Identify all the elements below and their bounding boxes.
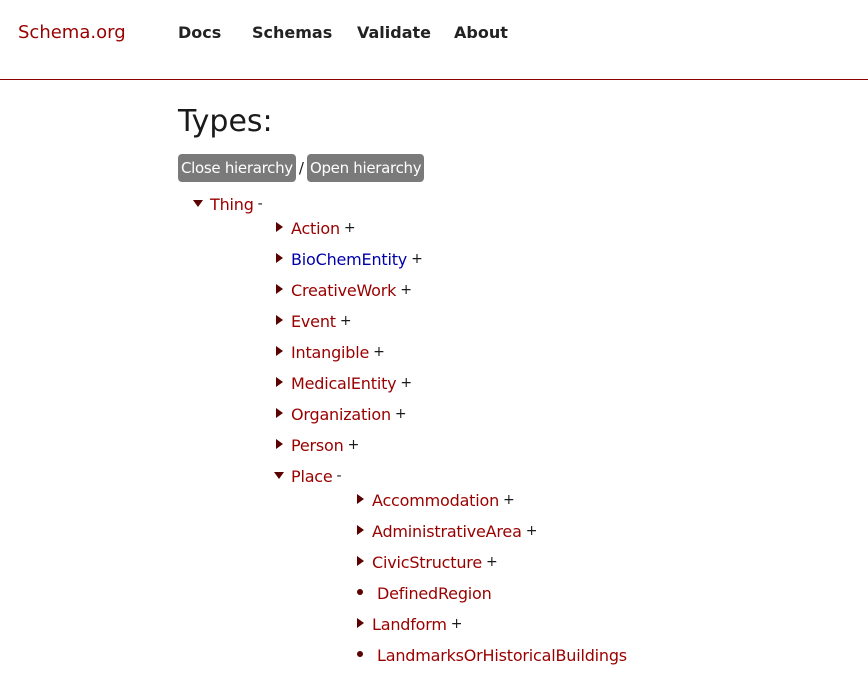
tree-node-person[interactable]: Person + — [274, 434, 359, 456]
tree-node-landform[interactable]: Landform + — [355, 613, 462, 635]
site-logo[interactable]: Schema.org — [18, 22, 126, 43]
nav-docs[interactable]: Docs — [178, 23, 221, 42]
tree-node-definedregion[interactable]: DefinedRegion — [355, 582, 492, 604]
hierarchy-controls: Close hierarchy / Open hierarchy — [178, 154, 425, 182]
tree-node-label[interactable]: Intangible — [291, 343, 369, 362]
expand-toggle[interactable]: + — [451, 616, 463, 632]
collapse-toggle[interactable]: - — [258, 196, 263, 212]
caret-right-icon[interactable] — [274, 314, 288, 328]
tree-node-organization[interactable]: Organization + — [274, 403, 407, 425]
expand-toggle[interactable]: + — [344, 220, 356, 236]
caret-right-icon[interactable] — [274, 221, 288, 235]
caret-right-icon[interactable] — [274, 252, 288, 266]
tree-node-event[interactable]: Event + — [274, 310, 352, 332]
tree-node-landmarksorhistoricalbuildings[interactable]: LandmarksOrHistoricalBuildings — [355, 644, 627, 666]
close-hierarchy-button[interactable]: Close hierarchy — [178, 154, 296, 182]
tree-node-place[interactable]: Place - — [274, 465, 342, 487]
bullet-icon — [355, 586, 369, 600]
expand-toggle[interactable]: + — [400, 375, 412, 391]
tree-node-label[interactable]: Accommodation — [372, 491, 499, 510]
caret-right-icon[interactable] — [274, 438, 288, 452]
tree-node-label[interactable]: MedicalEntity — [291, 374, 397, 393]
tree-node-intangible[interactable]: Intangible + — [274, 341, 385, 363]
tree-node-label[interactable]: Action — [291, 219, 340, 238]
tree-node-label[interactable]: Organization — [291, 405, 391, 424]
expand-toggle[interactable]: + — [400, 282, 412, 298]
caret-right-icon[interactable] — [274, 283, 288, 297]
caret-right-icon[interactable] — [274, 376, 288, 390]
collapse-toggle[interactable]: - — [337, 468, 342, 484]
caret-right-icon[interactable] — [274, 407, 288, 421]
tree-node-label[interactable]: BioChemEntity — [291, 250, 407, 269]
tree-node-label[interactable]: Person — [291, 436, 344, 455]
caret-right-icon[interactable] — [355, 617, 369, 631]
tree-node-label[interactable]: CreativeWork — [291, 281, 396, 300]
tree-node-civicstructure[interactable]: CivicStructure + — [355, 551, 498, 573]
expand-toggle[interactable]: + — [348, 437, 360, 453]
caret-down-icon[interactable] — [274, 469, 288, 483]
caret-right-icon[interactable] — [355, 524, 369, 538]
expand-toggle[interactable]: + — [486, 554, 498, 570]
expand-toggle[interactable]: + — [373, 344, 385, 360]
nav-about[interactable]: About — [454, 23, 508, 42]
tree-node-label[interactable]: CivicStructure — [372, 553, 482, 572]
tree-node-thing[interactable]: Thing - — [193, 193, 263, 215]
nav-validate[interactable]: Validate — [357, 23, 431, 42]
tree-node-label[interactable]: Thing — [210, 195, 254, 214]
caret-right-icon[interactable] — [355, 555, 369, 569]
caret-down-icon[interactable] — [193, 197, 207, 211]
expand-toggle[interactable]: + — [340, 313, 352, 329]
site-header: Schema.org Docs Schemas Validate About — [0, 0, 868, 80]
tree-node-accommodation[interactable]: Accommodation + — [355, 489, 515, 511]
expand-toggle[interactable]: + — [395, 406, 407, 422]
tree-node-creativework[interactable]: CreativeWork + — [274, 279, 412, 301]
page-title: Types: — [178, 104, 273, 139]
nav-schemas[interactable]: Schemas — [252, 23, 332, 42]
expand-toggle[interactable]: + — [411, 251, 423, 267]
expand-toggle[interactable]: + — [503, 492, 515, 508]
open-hierarchy-button[interactable]: Open hierarchy — [306, 154, 425, 182]
caret-right-icon[interactable] — [274, 345, 288, 359]
tree-node-action[interactable]: Action + — [274, 217, 356, 239]
bullet-icon — [355, 648, 369, 662]
tree-node-administrativearea[interactable]: AdministrativeArea + — [355, 520, 537, 542]
tree-node-label[interactable]: Event — [291, 312, 336, 331]
caret-right-icon[interactable] — [355, 493, 369, 507]
separator: / — [298, 159, 304, 177]
tree-node-label[interactable]: Landform — [372, 615, 447, 634]
tree-node-label[interactable]: LandmarksOrHistoricalBuildings — [377, 646, 627, 665]
tree-node-label[interactable]: Place — [291, 467, 333, 486]
expand-toggle[interactable]: + — [526, 523, 538, 539]
tree-node-biochementity[interactable]: BioChemEntity + — [274, 248, 423, 270]
tree-node-label[interactable]: DefinedRegion — [377, 584, 492, 603]
tree-node-medicalentity[interactable]: MedicalEntity + — [274, 372, 412, 394]
tree-node-label[interactable]: AdministrativeArea — [372, 522, 522, 541]
